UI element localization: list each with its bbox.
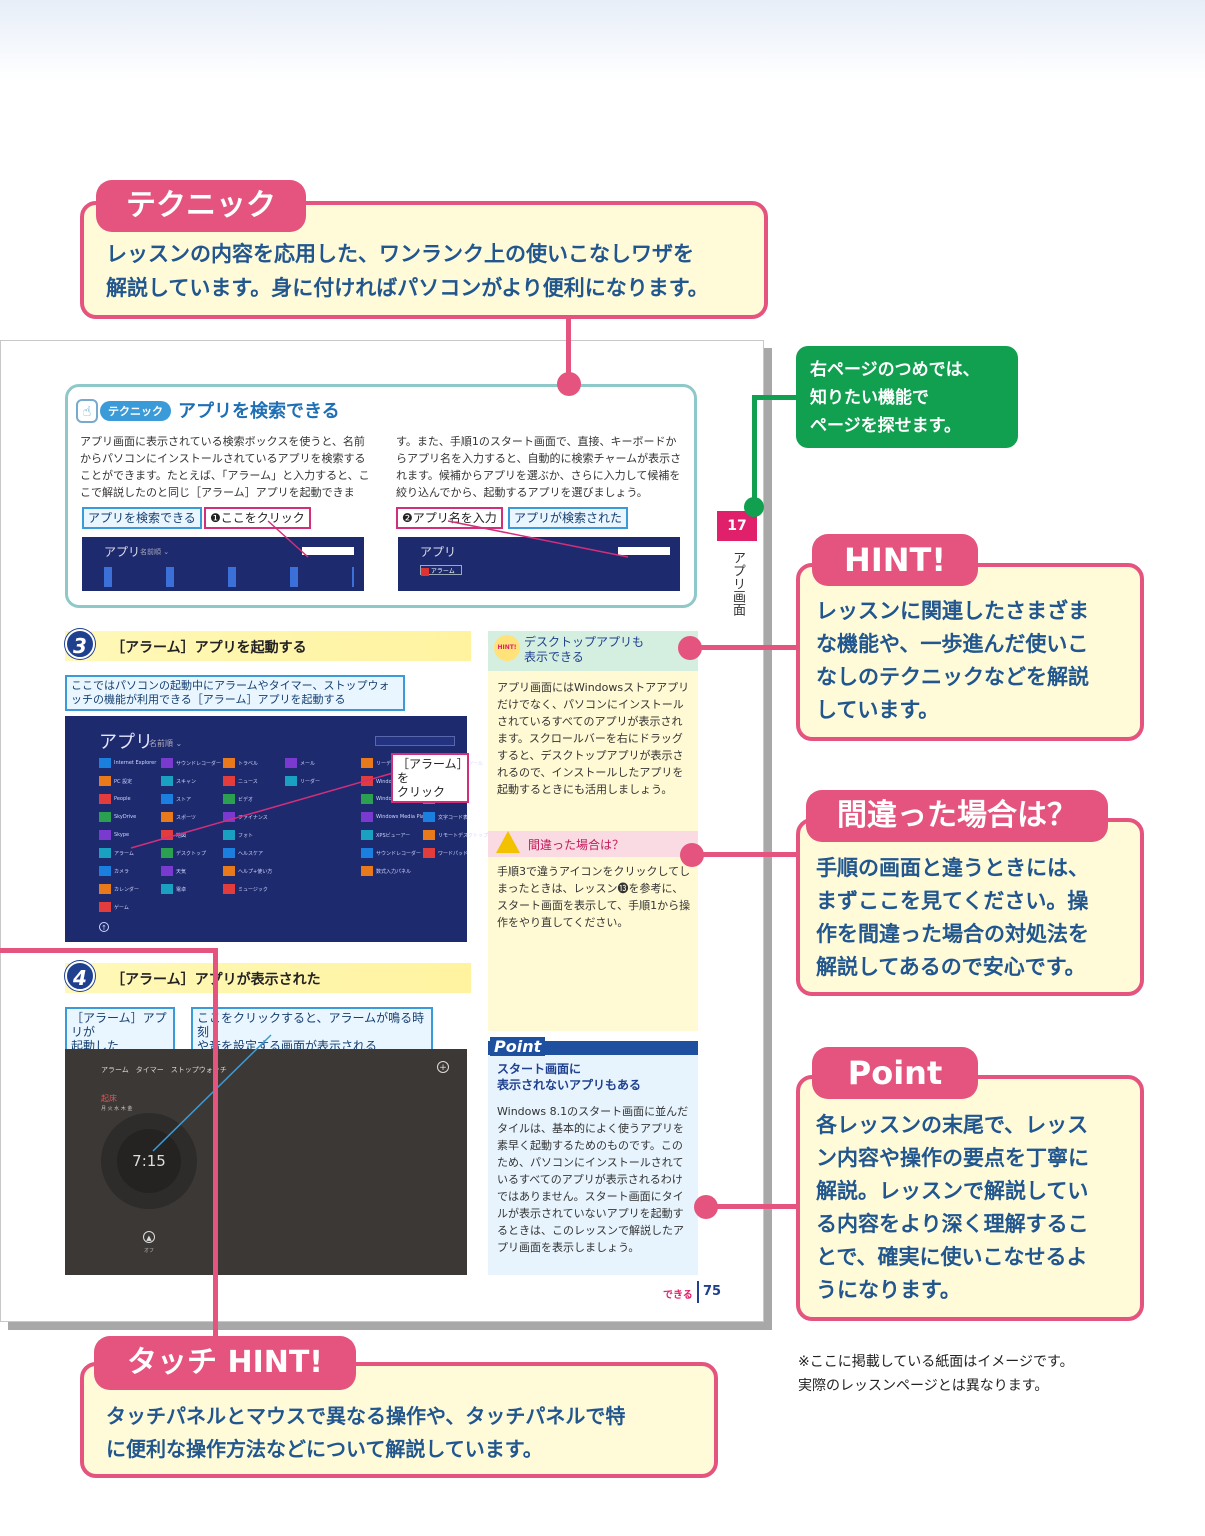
hint-callout-tab: HINT! <box>812 534 978 586</box>
point-box-title: スタート画面に 表示されないアプリもある <box>497 1062 642 1092</box>
hint-box-body: アプリ画面にはWindowsストアアプリだけでなく、パソコンにインストールされて… <box>497 681 690 796</box>
point-badge: Point <box>490 1037 546 1056</box>
warning-icon <box>496 831 520 853</box>
hint-callout: レッスンに関連したさまざま な機能や、一歩進んだ使いこ なしのテクニックなどを解… <box>796 563 1144 741</box>
point-callout-tab: Point <box>812 1047 978 1099</box>
point-callout-text: 各レッスンの末尾で、レッス ン内容や操作の要点を丁寧に 解説。レッスンで解説して… <box>816 1113 1089 1302</box>
footer-brand: できる <box>663 1290 693 1301</box>
point-box-body: Windows 8.1のスタート画面に並んだタイルは、基本的によく使うアプリを素… <box>497 1105 689 1254</box>
touch-callout-tab: タッチ HINT! <box>94 1336 356 1390</box>
technique-callout-tab: テクニック <box>96 180 306 232</box>
mistake-callout-tab: 間違った場合は？ <box>806 790 1108 842</box>
green-note-text: 右ページのつめでは、 知りたい機能で ページを探せます。 <box>810 360 980 436</box>
green-connector-dot <box>744 497 764 517</box>
hint-badge-icon: HINT! <box>494 635 520 661</box>
touch-connector-h <box>0 948 218 953</box>
mistake-connector <box>692 852 798 857</box>
technique-callout-text: レッスンの内容を応用した、ワンランク上の使いこなしワザを 解説しています。身に付… <box>106 242 709 300</box>
footer-divider <box>697 1281 699 1303</box>
mistake-box-body: 手順3で違うアイコンをクリックしてしまったときは、レッスン⓭を参考に、スタート画… <box>497 865 691 929</box>
green-connector-v <box>752 395 757 505</box>
point-connector <box>706 1204 798 1209</box>
green-connector-h <box>752 395 796 400</box>
touch-callout-text: タッチパネルとマウスで異なる操作や、タッチパネルで特 に便利な操作方法などについ… <box>106 1404 626 1461</box>
hint-box-title: デスクトップアプリも 表示できる <box>524 635 645 664</box>
touch-connector-v <box>213 948 218 1368</box>
point-box-header: Point <box>488 1037 698 1056</box>
mistake-callout-text: 手順の画面と違うときには、 まずここを見てください。操 作を間違った場合の対処法… <box>816 856 1089 979</box>
mistake-callout: 手順の画面と違うときには、 まずここを見てください。操 作を間違った場合の対処法… <box>796 818 1144 996</box>
mistake-box-header: 間違った場合は？ <box>488 831 698 857</box>
technique-connector-dot <box>557 372 581 396</box>
hint-box-header: HINT! デスクトップアプリも 表示できる <box>488 631 698 671</box>
hint-connector <box>690 645 798 650</box>
hint-callout-text: レッスンに関連したさまざま な機能や、一歩進んだ使いこ なしのテクニックなどを解… <box>816 599 1089 722</box>
mistake-box-title: 間違った場合は？ <box>528 838 625 852</box>
hint-badge: HINT! <box>497 644 517 651</box>
point-callout: 各レッスンの末尾で、レッス ン内容や操作の要点を丁寧に 解説。レッスンで解説して… <box>796 1075 1144 1321</box>
page-number: 75 <box>703 1284 722 1299</box>
disclaimer: ※ここに掲載している紙面はイメージです。 実際のレッスンページとは異なります。 <box>798 1354 1074 1394</box>
book-page: ☝ テクニック アプリを検索できる アプリ画面に表示されている検索ボックスを使う… <box>0 340 764 1322</box>
green-note: 右ページのつめでは、 知りたい機能で ページを探せます。 <box>796 346 1018 448</box>
